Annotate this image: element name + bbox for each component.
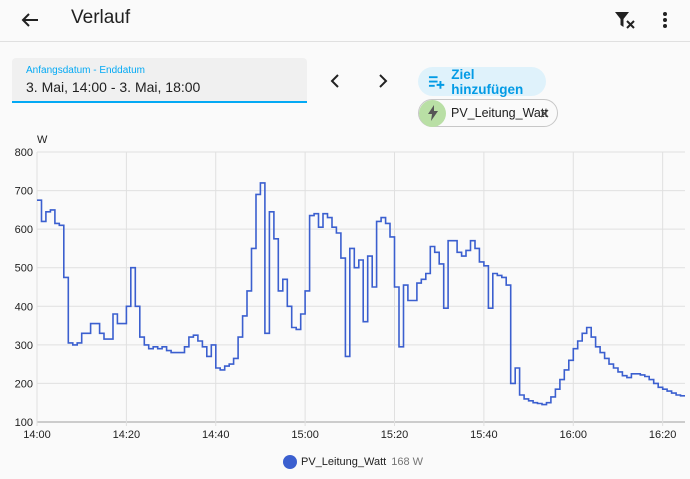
legend-current-value: 168 W <box>391 456 423 468</box>
chevron-right-icon <box>379 74 388 88</box>
entity-chip-label: PV_Leitung_Watt <box>451 106 548 120</box>
chart-legend[interactable]: PV_Leitung_Watt 168 W <box>283 454 423 470</box>
filter-remove-icon <box>615 12 635 29</box>
y-tick-label: 800 <box>15 147 33 159</box>
chevron-left-icon <box>330 74 339 88</box>
y-tick-label: 300 <box>15 340 33 352</box>
x-tick-label: 15:20 <box>381 429 409 440</box>
arrow-left-icon <box>21 13 38 27</box>
y-tick-label: 100 <box>15 417 33 429</box>
close-icon <box>540 109 548 117</box>
page-title: Verlauf <box>71 7 131 28</box>
overflow-menu-button[interactable] <box>652 6 678 34</box>
x-tick-label: 16:20 <box>649 429 677 440</box>
x-tick-label: 14:00 <box>23 429 51 440</box>
y-tick-label: 400 <box>15 301 33 313</box>
legend-series-name: PV_Leitung_Watt <box>301 456 387 468</box>
y-tick-label: 200 <box>15 378 33 390</box>
date-range-label: Anfangsdatum - Enddatum <box>26 65 145 76</box>
x-tick-label: 14:20 <box>113 429 141 440</box>
legend-color-dot <box>283 455 297 469</box>
y-tick-label: 600 <box>15 224 33 236</box>
series-line-pv-leitung-watt[interactable] <box>37 182 685 406</box>
add-target-button[interactable]: Ziel hinzufügen <box>418 66 546 97</box>
chip-avatar <box>419 99 446 127</box>
y-axis-unit-label: W <box>37 134 48 146</box>
filter-remove-button[interactable] <box>610 6 640 34</box>
back-button[interactable] <box>14 6 46 34</box>
x-tick-label: 15:00 <box>291 429 319 440</box>
chart-svg: 100 200 300 400 500 600 700 800 W 14:00 14:20 14:40… <box>15 134 685 441</box>
next-range-button[interactable] <box>370 68 396 94</box>
previous-range-button[interactable] <box>322 68 348 94</box>
y-tick-label: 500 <box>15 263 33 275</box>
x-tick-label: 15:40 <box>470 429 498 440</box>
x-tick-label: 16:00 <box>560 429 588 440</box>
date-range-field[interactable]: Anfangsdatum - Enddatum 3. Mai, 14:00 - … <box>12 58 307 103</box>
y-tick-label: 700 <box>15 186 33 198</box>
x-tick-label: 14:40 <box>202 429 230 440</box>
playlist-plus-icon <box>428 75 445 89</box>
dots-vertical-icon <box>663 12 667 28</box>
date-range-value: 3. Mai, 14:00 - 3. Mai, 18:00 <box>26 79 201 95</box>
top-app-bar: Verlauf <box>0 0 690 42</box>
remove-entity-button[interactable] <box>537 105 551 121</box>
add-target-label: Ziel hinzufügen <box>451 66 524 97</box>
flash-icon <box>427 105 438 121</box>
entity-chip: PV_Leitung_Watt <box>418 99 558 127</box>
history-chart: 100 200 300 400 500 600 700 800 W 14:00 14:20 14:40… <box>0 130 690 441</box>
